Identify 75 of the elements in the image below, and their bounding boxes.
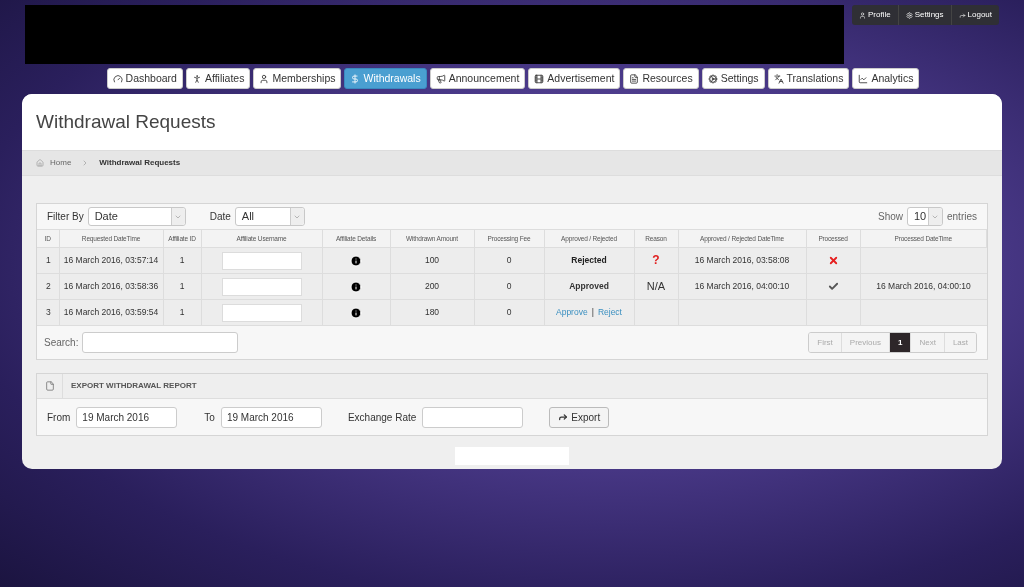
breadcrumb-current: Withdrawal Requests bbox=[99, 157, 181, 169]
table-cell: 0 bbox=[474, 299, 544, 326]
nav-tab[interactable]: Announcement bbox=[429, 68, 526, 89]
show-label: Show bbox=[877, 210, 903, 224]
status-text: Rejected bbox=[571, 255, 607, 266]
to-label: To bbox=[204, 410, 215, 425]
table-cell: 1 bbox=[163, 299, 201, 326]
nav-tab[interactable]: Analytics bbox=[852, 68, 920, 89]
table-cell: 100 bbox=[390, 247, 474, 274]
table-cell: 1 bbox=[163, 273, 201, 300]
nav-tab[interactable]: Resources bbox=[623, 68, 699, 89]
table-cell: 1 bbox=[163, 247, 201, 274]
table-cell: 200 bbox=[390, 273, 474, 300]
share-arrow-icon bbox=[558, 412, 569, 422]
entries-label: entries bbox=[947, 210, 977, 224]
search-label: Search: bbox=[44, 336, 79, 350]
gear-icon bbox=[707, 73, 718, 84]
person-icon bbox=[191, 73, 202, 84]
separator: | bbox=[591, 306, 594, 319]
table-cell: 180 bbox=[390, 299, 474, 326]
status-text: Approved bbox=[569, 281, 609, 292]
table-cell: 16 March 2016, 04:00:10 bbox=[694, 281, 790, 292]
to-date-field[interactable]: 19 March 2016 bbox=[220, 406, 322, 428]
table-cell: 1 bbox=[37, 247, 59, 274]
table-cell: 2 bbox=[37, 273, 59, 300]
table-cell: 16 March 2016, 03:59:54 bbox=[59, 299, 163, 326]
user-icon bbox=[858, 11, 866, 19]
exchange-rate-label: Exchange Rate bbox=[347, 410, 417, 425]
home-icon bbox=[36, 159, 44, 167]
entries-select[interactable]: 10 bbox=[907, 207, 943, 226]
table-cell: N/A bbox=[646, 280, 666, 293]
film-icon bbox=[534, 73, 545, 84]
dollar-icon bbox=[350, 73, 361, 84]
document-icon bbox=[629, 73, 640, 84]
table-cell: 0 bbox=[474, 247, 544, 274]
table-cell: 16 March 2016, 03:57:14 bbox=[59, 247, 163, 274]
nav-tab[interactable]: Translations bbox=[767, 68, 850, 89]
info-icon[interactable] bbox=[350, 280, 362, 293]
info-icon[interactable] bbox=[350, 254, 362, 267]
from-label: From bbox=[47, 410, 71, 425]
user-icon bbox=[259, 73, 270, 84]
settings-icon bbox=[905, 11, 913, 19]
user-menu-button[interactable]: Settings bbox=[898, 5, 952, 25]
table-cell: 0 bbox=[474, 273, 544, 300]
nav-tab[interactable]: Settings bbox=[701, 68, 765, 89]
table-cell: 16 March 2016, 03:58:36 bbox=[59, 273, 163, 300]
date-label: Date bbox=[209, 210, 231, 224]
table-cell: 16 March 2016, 03:58:08 bbox=[694, 255, 790, 266]
megaphone-icon bbox=[435, 73, 446, 84]
export-title: EXPORT WITHDRAWAL REPORT bbox=[71, 380, 197, 392]
share-arrow-icon bbox=[958, 11, 966, 19]
info-icon[interactable] bbox=[350, 306, 362, 319]
export-button[interactable]: Export bbox=[549, 406, 610, 428]
nav-tab[interactable]: Affiliates bbox=[185, 68, 251, 89]
from-date-field[interactable]: 19 March 2016 bbox=[76, 406, 178, 428]
line-chart-icon bbox=[858, 73, 869, 84]
breadcrumb-link[interactable]: Home bbox=[50, 157, 72, 169]
exchange-rate-field[interactable] bbox=[422, 406, 524, 428]
user-menu-button[interactable]: Logout bbox=[951, 5, 999, 25]
nav-tab[interactable]: Memberships bbox=[253, 68, 342, 89]
question-mark-icon[interactable]: ? bbox=[652, 252, 660, 267]
table-cell: 3 bbox=[37, 299, 59, 326]
document-icon bbox=[44, 381, 55, 391]
filter-select[interactable]: Date bbox=[87, 207, 186, 226]
nav-tab[interactable]: Advertisement bbox=[528, 68, 621, 89]
user-menu-button[interactable]: Profile bbox=[851, 5, 899, 25]
table-cell: 16 March 2016, 04:00:10 bbox=[876, 281, 971, 292]
translate-icon bbox=[773, 73, 784, 84]
gauge-icon bbox=[112, 73, 123, 84]
search-field[interactable] bbox=[82, 332, 239, 353]
filter-label: Filter By bbox=[47, 210, 84, 224]
page-title: Withdrawal Requests bbox=[36, 109, 216, 134]
nav-tab[interactable]: Dashboard bbox=[106, 68, 183, 89]
period-dropdown[interactable]: All bbox=[234, 207, 305, 226]
pagination-button[interactable]: 1 bbox=[889, 333, 912, 352]
